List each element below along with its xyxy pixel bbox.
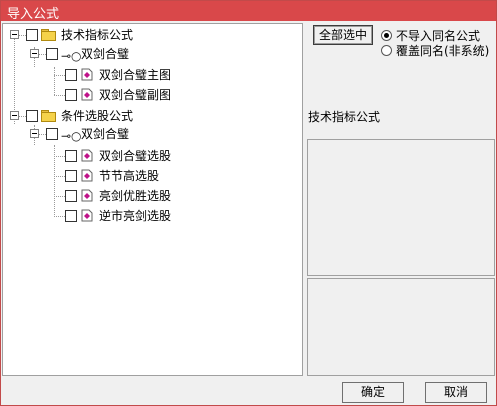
tree-item[interactable]: 双剑合璧副图 bbox=[3, 86, 302, 104]
folder-icon bbox=[41, 29, 56, 41]
folder-checkbox[interactable] bbox=[46, 128, 58, 140]
tree-line bbox=[54, 156, 65, 158]
tree-line bbox=[19, 116, 26, 118]
no-import-radio[interactable] bbox=[381, 30, 392, 41]
tree-line bbox=[54, 75, 65, 77]
tree-group-label: 条件选股公式 bbox=[61, 109, 134, 123]
tree-group-technical[interactable]: 技术指标公式 bbox=[3, 26, 302, 44]
tree-item-label: 双剑合璧副图 bbox=[99, 88, 172, 102]
key-icon: ⊸○ bbox=[61, 49, 82, 63]
formula-doc-icon bbox=[81, 149, 93, 162]
group-checkbox[interactable] bbox=[26, 110, 38, 122]
tree-line bbox=[39, 134, 46, 136]
select-all-label: 全部选中 bbox=[318, 28, 367, 42]
collapse-toggle-icon[interactable] bbox=[10, 111, 19, 120]
tree-folder[interactable]: ⊸○ 双剑合璧 bbox=[3, 45, 302, 63]
window-title: 导入公式 bbox=[7, 7, 60, 22]
ok-button[interactable]: 确定 bbox=[342, 382, 404, 403]
select-all-button[interactable]: 全部选中 bbox=[313, 25, 373, 45]
tree-item-label: 双剑合璧选股 bbox=[99, 149, 172, 163]
tree-group-screening[interactable]: 条件选股公式 bbox=[3, 107, 302, 125]
item-checkbox[interactable] bbox=[65, 89, 77, 101]
formula-doc-icon bbox=[81, 209, 93, 222]
item-checkbox[interactable] bbox=[65, 210, 77, 222]
tree-line bbox=[39, 54, 46, 56]
formula-tree[interactable]: 技术指标公式 ⊸○ 双剑合璧 双剑合璧主图 双剑合璧副图 条件选股公式 ⊸○ 双… bbox=[2, 23, 303, 376]
formula-doc-icon bbox=[81, 169, 93, 182]
formula-doc-icon bbox=[81, 88, 93, 101]
tree-line bbox=[54, 216, 65, 218]
item-checkbox[interactable] bbox=[65, 170, 77, 182]
tree-item[interactable]: 双剑合璧选股 bbox=[3, 147, 302, 165]
import-formula-dialog: 导入公式 技术指标公式 ⊸○ 双剑合璧 双剑合璧主图 双剑合璧副图 条件选股公式… bbox=[0, 0, 497, 406]
cancel-label: 取消 bbox=[443, 385, 468, 399]
item-checkbox[interactable] bbox=[65, 190, 77, 202]
group-checkbox[interactable] bbox=[26, 29, 38, 41]
ok-label: 确定 bbox=[360, 385, 385, 399]
collapse-toggle-icon[interactable] bbox=[30, 49, 39, 58]
formula-doc-icon bbox=[81, 189, 93, 202]
tree-line bbox=[54, 176, 65, 178]
formula-params-box bbox=[307, 278, 495, 376]
tree-folder-label: 双剑合璧 bbox=[81, 47, 130, 61]
formula-description-box bbox=[307, 139, 495, 276]
cancel-button[interactable]: 取消 bbox=[425, 382, 487, 403]
folder-checkbox[interactable] bbox=[46, 48, 58, 60]
overwrite-label: 覆盖同名(非系统) bbox=[396, 44, 490, 58]
key-icon: ⊸○ bbox=[61, 129, 82, 143]
tree-line bbox=[54, 196, 65, 198]
item-checkbox[interactable] bbox=[65, 150, 77, 162]
tree-item-label: 双剑合璧主图 bbox=[99, 68, 172, 82]
tree-item-label: 亮剑优胜选股 bbox=[99, 189, 172, 203]
tree-item-label: 节节高选股 bbox=[99, 169, 160, 183]
tree-folder-label: 双剑合璧 bbox=[81, 127, 130, 141]
title-bar: 导入公式 bbox=[1, 1, 496, 22]
tree-folder[interactable]: ⊸○ 双剑合璧 bbox=[3, 125, 302, 143]
radio-selected-dot bbox=[384, 33, 389, 38]
tree-item[interactable]: 逆市亮剑选股 bbox=[3, 207, 302, 225]
folder-icon bbox=[41, 110, 56, 122]
collapse-toggle-icon[interactable] bbox=[30, 129, 39, 138]
item-checkbox[interactable] bbox=[65, 69, 77, 81]
tree-item-label: 逆市亮剑选股 bbox=[99, 209, 172, 223]
tree-line bbox=[54, 95, 65, 97]
overwrite-radio[interactable] bbox=[381, 45, 392, 56]
formula-doc-icon bbox=[81, 68, 93, 81]
tree-group-label: 技术指标公式 bbox=[61, 28, 134, 42]
collapse-toggle-icon[interactable] bbox=[10, 30, 19, 39]
tree-item[interactable]: 双剑合璧主图 bbox=[3, 66, 302, 84]
tree-line bbox=[19, 35, 26, 37]
tree-item[interactable]: 节节高选股 bbox=[3, 167, 302, 185]
formula-type-label: 技术指标公式 bbox=[308, 110, 381, 124]
tree-item[interactable]: 亮剑优胜选股 bbox=[3, 187, 302, 205]
